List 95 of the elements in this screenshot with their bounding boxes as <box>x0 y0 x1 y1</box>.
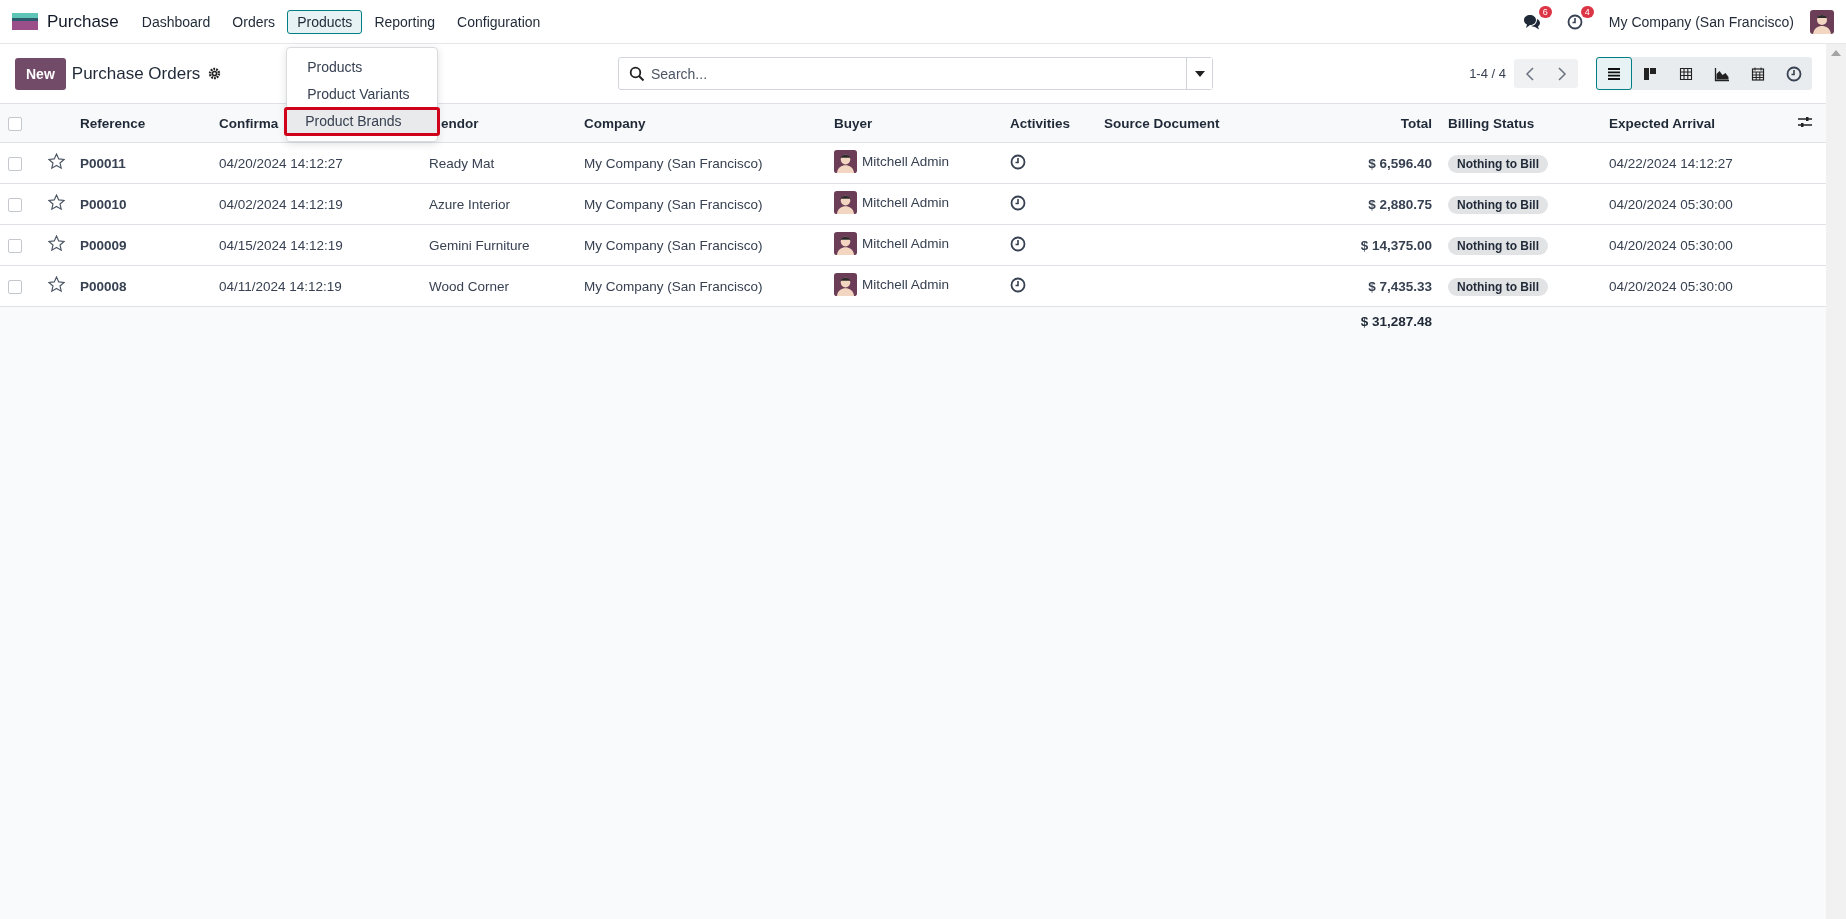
table-cell: Gemini Furniture <box>429 237 530 253</box>
status-badge: Nothing to Bill <box>1448 277 1548 296</box>
page-title: Purchase Orders <box>71 63 201 84</box>
star-icon[interactable] <box>48 153 65 170</box>
pager-value: 1-4 / 4 <box>1469 66 1506 81</box>
menu-item[interactable]: Configuration <box>447 9 551 34</box>
column-header[interactable]: Total <box>1400 115 1432 131</box>
star-icon[interactable] <box>48 276 65 293</box>
table-cell: Mitchell Admin <box>862 154 950 169</box>
count-badge: 4 <box>1580 5 1594 18</box>
table-cell: 04/20/2024 05:30:00 <box>1609 237 1733 253</box>
menu-item[interactable]: Orders <box>222 9 286 34</box>
clock-icon <box>1010 194 1026 211</box>
table-cell: P00010 <box>80 196 127 212</box>
search-icon <box>629 65 645 82</box>
grand-total: $ 31,287.48 <box>1360 314 1432 330</box>
clock-icon <box>1010 153 1026 170</box>
dropdown-item[interactable]: Product Variants <box>287 80 438 108</box>
table-cell: Ready Mat <box>429 155 495 171</box>
new-button[interactable]: New <box>15 57 66 90</box>
avatar-icon <box>834 191 857 214</box>
menu-item[interactable]: Products <box>287 9 363 34</box>
clock-icon <box>1010 276 1026 293</box>
dropdown-item[interactable]: Products <box>287 53 438 81</box>
column-header[interactable]: Source Document <box>1104 115 1220 131</box>
table-cell: Azure Interior <box>429 196 511 212</box>
company-switcher[interactable]: My Company (San Francisco) <box>1608 13 1794 30</box>
table-cell: 04/02/2024 14:12:19 <box>219 196 343 212</box>
column-header[interactable]: Buyer <box>834 115 873 131</box>
column-header[interactable]: Activities <box>1010 115 1071 131</box>
menu-item[interactable]: Reporting <box>364 9 446 34</box>
list-icon <box>1606 65 1622 82</box>
calendar-icon <box>1750 65 1766 82</box>
column-header[interactable]: Company <box>584 115 646 131</box>
column-header[interactable]: Billing Status <box>1448 115 1535 131</box>
table-cell: Mitchell Admin <box>862 195 950 210</box>
sliders-icon <box>1798 115 1812 128</box>
avatar-icon <box>1810 9 1834 34</box>
dropdown-item[interactable]: Product Brands <box>285 107 440 135</box>
area-chart-icon <box>1714 65 1730 82</box>
kanban-icon <box>1642 65 1658 82</box>
status-badge: Nothing to Bill <box>1448 236 1548 255</box>
star-icon[interactable] <box>48 194 65 211</box>
clock-icon <box>1786 65 1802 82</box>
table-cell: $ 6,596.40 <box>1368 155 1432 171</box>
table-cell: P00008 <box>80 278 127 294</box>
view-button[interactable] <box>1596 57 1632 90</box>
table-cell: P00011 <box>80 155 126 171</box>
avatar-icon <box>834 273 857 296</box>
table-cell: 04/20/2024 14:12:27 <box>219 155 343 171</box>
table-cell: P00009 <box>80 237 127 253</box>
menu-item[interactable]: Dashboard <box>131 9 221 34</box>
checkbox[interactable] <box>8 279 22 294</box>
table-cell: $ 7,435.33 <box>1368 278 1432 294</box>
table-cell: Mitchell Admin <box>862 236 950 251</box>
table-cell: $ 2,880.75 <box>1368 196 1432 212</box>
table-cell: 04/11/2024 14:12:19 <box>219 278 342 294</box>
avatar-icon <box>834 150 857 173</box>
table-cell: 04/20/2024 05:30:00 <box>1609 196 1733 212</box>
column-header[interactable]: Expected Arrival <box>1609 115 1716 131</box>
table-cell: My Company (San Francisco) <box>584 278 763 294</box>
table-cell: My Company (San Francisco) <box>584 155 763 171</box>
checkbox[interactable] <box>8 197 22 212</box>
table-cell: $ 14,375.00 <box>1360 237 1432 253</box>
column-header[interactable]: Reference <box>80 115 146 131</box>
scroll-up-icon <box>1831 50 1841 56</box>
table-cell: 04/20/2024 05:30:00 <box>1609 278 1733 294</box>
caret-button[interactable] <box>1186 58 1212 89</box>
column-header[interactable]: endor <box>441 115 479 131</box>
app-name: Purchase <box>47 11 119 32</box>
scrollbar[interactable] <box>1826 44 1846 919</box>
checkbox[interactable] <box>8 156 22 171</box>
count-badge: 6 <box>1538 5 1552 18</box>
table-cell: Wood Corner <box>429 278 510 294</box>
activity-clock-icon <box>1566 13 1583 30</box>
status-badge: Nothing to Bill <box>1448 195 1548 214</box>
gear-icon <box>208 67 222 80</box>
table-cell: 04/22/2024 14:12:27 <box>1609 155 1733 171</box>
avatar-icon <box>834 232 857 255</box>
status-badge: Nothing to Bill <box>1448 154 1548 173</box>
column-header[interactable]: Confirma <box>219 115 279 131</box>
table-cell: 04/15/2024 14:12:19 <box>219 237 343 253</box>
table-cell: My Company (San Francisco) <box>584 196 763 212</box>
table-cell: Mitchell Admin <box>862 277 950 292</box>
chat-icon <box>1522 13 1541 30</box>
app-logo-icon <box>12 13 38 30</box>
table-cell: My Company (San Francisco) <box>584 237 763 253</box>
checkbox[interactable] <box>8 238 22 253</box>
chevron-left-icon <box>1525 66 1535 81</box>
star-icon[interactable] <box>48 235 65 252</box>
caret-icon <box>1194 70 1205 77</box>
clock-icon <box>1010 235 1026 252</box>
grid-icon <box>1678 65 1694 82</box>
checkbox[interactable] <box>8 116 22 131</box>
chevron-right-icon <box>1557 66 1567 81</box>
